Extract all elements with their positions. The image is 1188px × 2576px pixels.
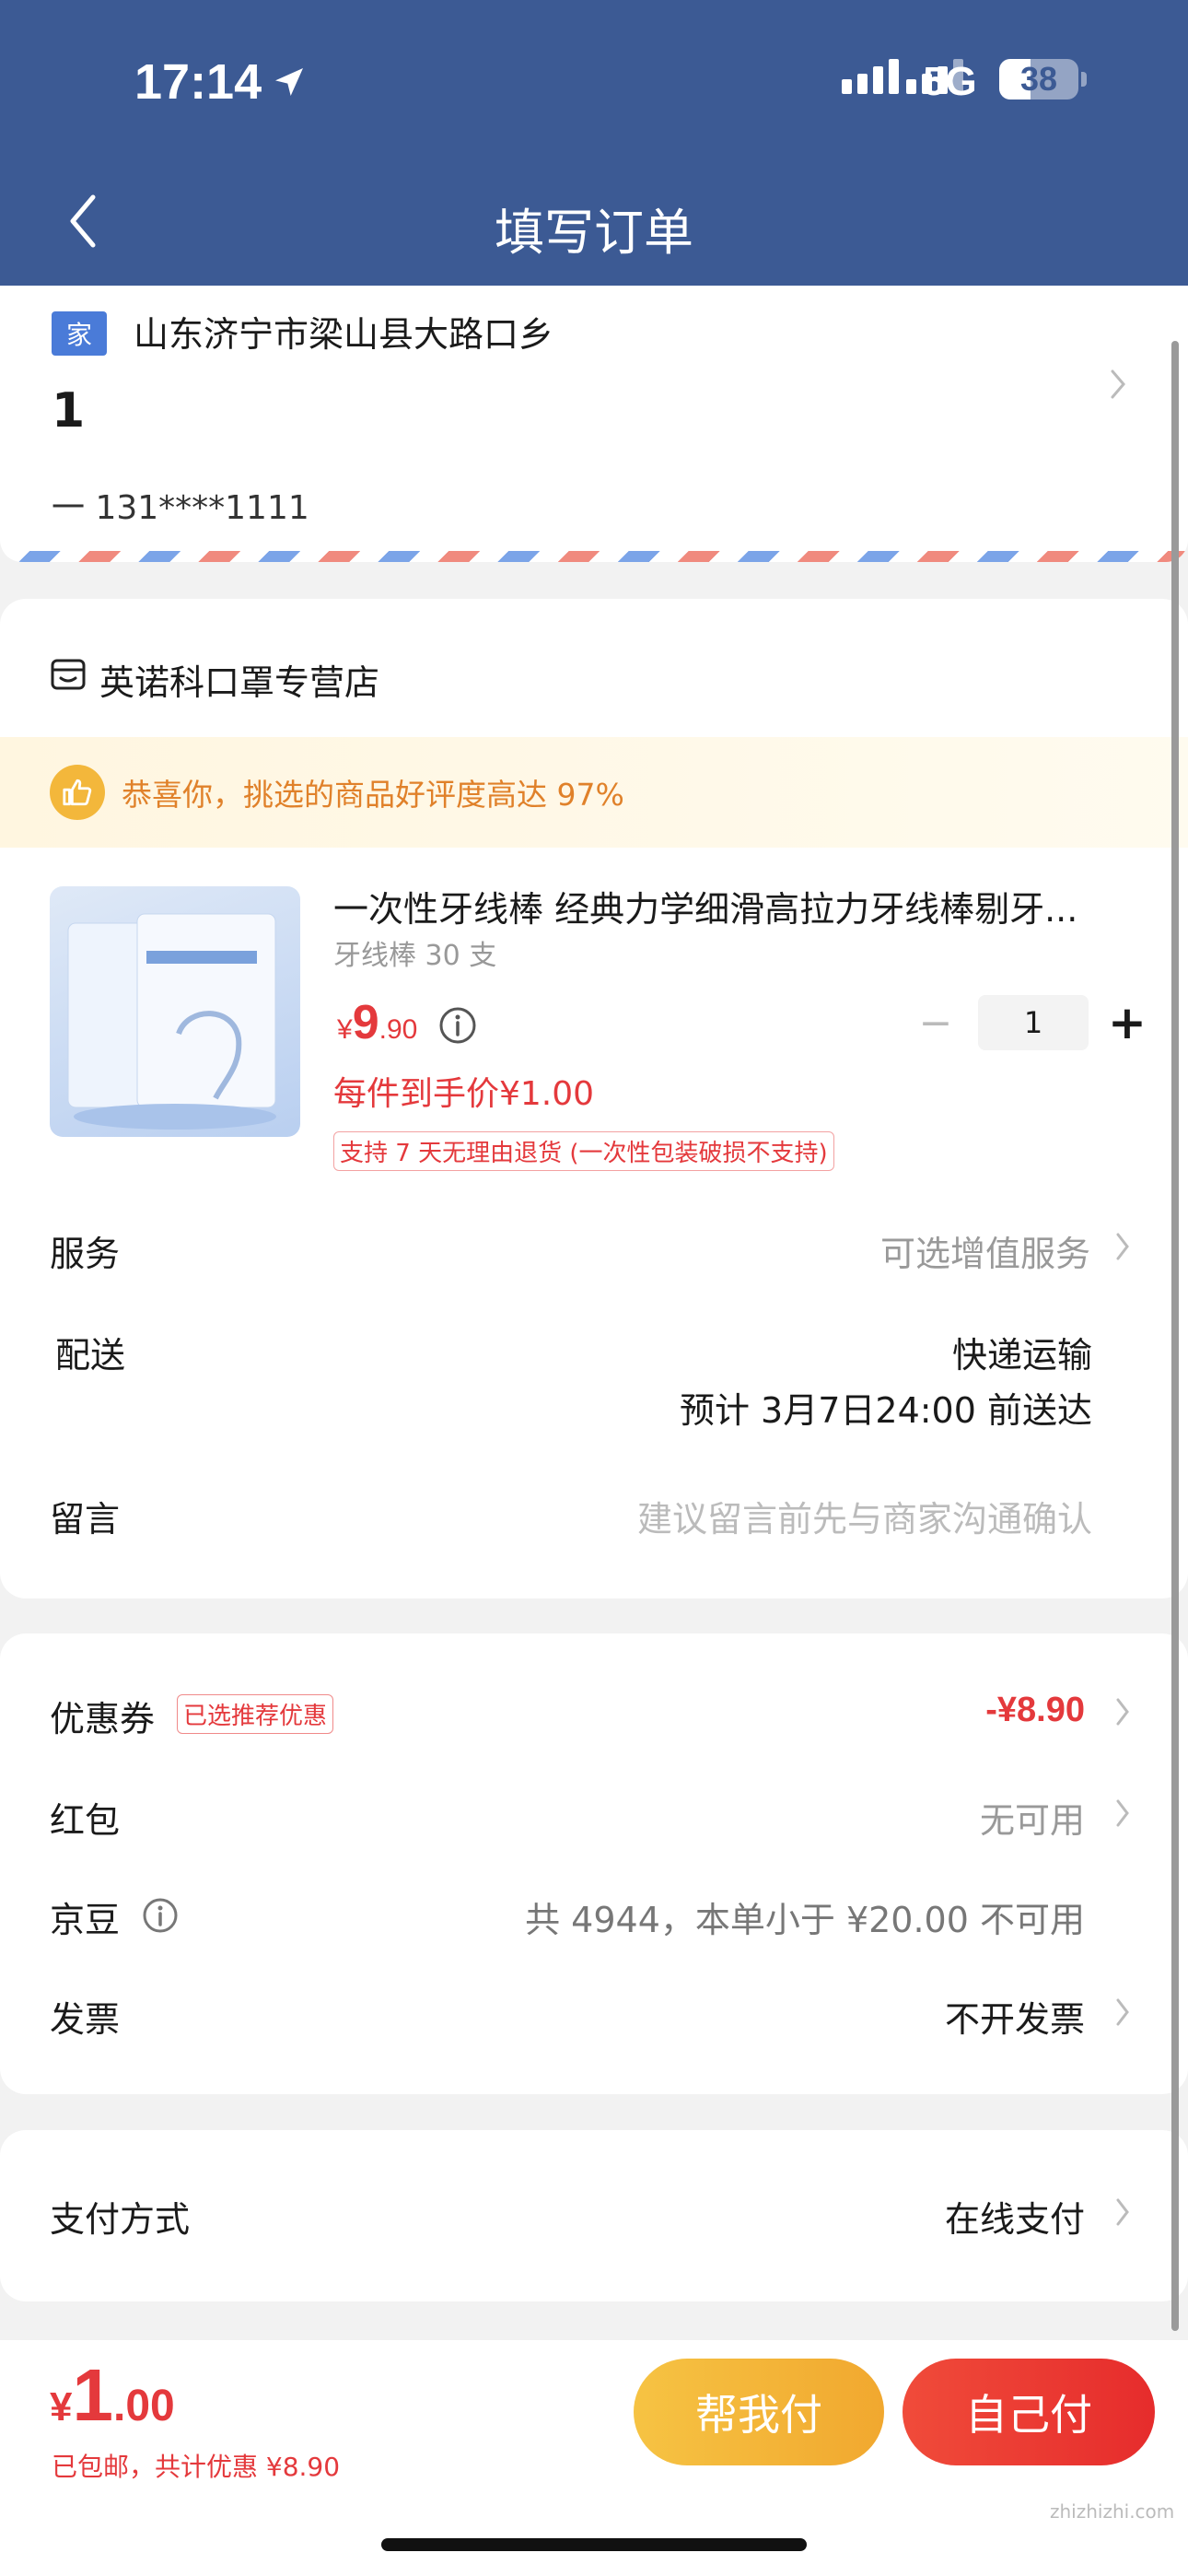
airmail-border <box>0 551 1188 562</box>
chevron-right-icon <box>1116 2198 1129 2226</box>
invoice-label: 发票 <box>50 1999 121 2040</box>
praise-text: 恭喜你，挑选的商品好评度高达 97% <box>122 777 624 813</box>
chevron-right-icon <box>1116 1698 1129 1726</box>
product-title[interactable]: 一次性牙线棒 经典力学细滑高拉力牙线棒剔牙... <box>333 881 1125 931</box>
service-label: 服务 <box>50 1234 121 1274</box>
chevron-right-icon <box>1116 1799 1129 1827</box>
scrollbar[interactable] <box>1171 341 1179 2331</box>
quantity-stepper: − 1 + <box>917 995 1149 1050</box>
store-icon <box>51 659 86 690</box>
battery-icon: 38 <box>999 59 1078 100</box>
info-icon[interactable] <box>142 1897 179 1934</box>
jingdou-value: 共 4944，本单小于 ¥20.00 不可用 <box>525 1900 1085 1940</box>
unit-price: 每件到手价¥1.00 <box>333 1075 595 1113</box>
network-type: 5G <box>923 59 977 104</box>
store-card: 英诺科口罩专营店 恭喜你，挑选的商品好评度高达 97% 一次性牙线棒 经典力学细… <box>0 599 1188 1598</box>
recipient-phone: 一 131****1111 <box>52 489 309 527</box>
service-value[interactable]: 可选增值服务 <box>880 1225 1090 1276</box>
chevron-right-icon <box>1116 1233 1129 1260</box>
status-time: 17:14 <box>134 53 308 111</box>
time-text: 17:14 <box>134 54 262 110</box>
address-line: 山东济宁市梁山县大路口乡 <box>134 314 554 355</box>
return-policy-tag: 支持 7 天无理由退货 (一次性包装破损不支持) <box>333 1131 834 1171</box>
store-name[interactable]: 英诺科口罩专营店 <box>99 654 379 705</box>
delivery-label: 配送 <box>55 1335 126 1376</box>
header-bar: 17:14 5G 38 填写订单 <box>0 0 1188 286</box>
coupon-label: 优惠券 <box>50 1699 156 1739</box>
info-icon[interactable] <box>438 1006 477 1045</box>
battery-level: 38 <box>1019 60 1058 98</box>
delivery-eta: 预计 3月7日24:00 前送达 <box>679 1390 1092 1431</box>
message-label: 留言 <box>50 1499 121 1540</box>
recipient-name: 1 <box>52 383 86 439</box>
red-packet-label: 红包 <box>50 1800 121 1841</box>
address-card[interactable]: 家 山东济宁市梁山县大路口乡 1 一 131****1111 <box>0 286 1188 562</box>
praise-banner: 恭喜你，挑选的商品好评度高达 97% <box>0 737 1188 848</box>
total-currency: ¥ <box>50 2384 73 2430</box>
decrease-button[interactable]: − <box>917 995 954 1050</box>
page-title: 填写订单 <box>495 204 693 262</box>
invoice-value[interactable]: 不开发票 <box>945 1991 1085 2042</box>
quantity-input[interactable]: 1 <box>978 995 1089 1050</box>
payment-card[interactable]: 支付方式 在线支付 <box>0 2130 1188 2301</box>
watermark: zhizhizhi.com <box>1050 2500 1175 2523</box>
total-price: ¥1.00 <box>50 2353 175 2438</box>
chevron-right-icon <box>1116 1998 1129 2026</box>
delivery-method[interactable]: 快递运输 <box>952 1327 1092 1377</box>
help-pay-button[interactable]: 帮我付 <box>634 2359 884 2465</box>
product-image[interactable] <box>50 886 300 1137</box>
location-arrow-icon <box>275 68 304 96</box>
product-spec: 牙线棒 30 支 <box>333 940 497 972</box>
message-input[interactable]: 建议留言前先与商家沟通确认 <box>637 1491 1092 1541</box>
battery-cap <box>1081 72 1087 87</box>
payment-value[interactable]: 在线支付 <box>945 2191 1085 2242</box>
home-indicator[interactable] <box>381 2538 807 2551</box>
price-decimal: .90 <box>379 1014 418 1045</box>
coupon-tag: 已选推荐优惠 <box>177 1694 334 1734</box>
discounts-card: 优惠券 已选推荐优惠 -¥8.90 红包 无可用 京豆 共 4944，本单小于 … <box>0 1633 1188 2094</box>
product-price: ¥9.90 <box>337 995 417 1050</box>
red-packet-value[interactable]: 无可用 <box>980 1792 1085 1843</box>
self-pay-button[interactable]: 自己付 <box>903 2359 1155 2465</box>
address-tag: 家 <box>52 311 108 356</box>
jingdou-label: 京豆 <box>50 1900 121 1940</box>
total-decimal: .00 <box>112 2382 175 2430</box>
chevron-right-icon <box>1111 369 1125 399</box>
increase-button[interactable]: + <box>1105 995 1149 1050</box>
total-integer: 1 <box>72 2354 113 2436</box>
payment-label: 支付方式 <box>50 2199 191 2240</box>
price-integer: 9 <box>352 996 379 1049</box>
price-currency: ¥ <box>337 1014 353 1045</box>
total-note: 已包邮，共计优惠 ¥8.90 <box>52 2452 341 2482</box>
thumbs-up-icon <box>50 765 105 820</box>
coupon-value[interactable]: -¥8.90 <box>985 1691 1085 1730</box>
